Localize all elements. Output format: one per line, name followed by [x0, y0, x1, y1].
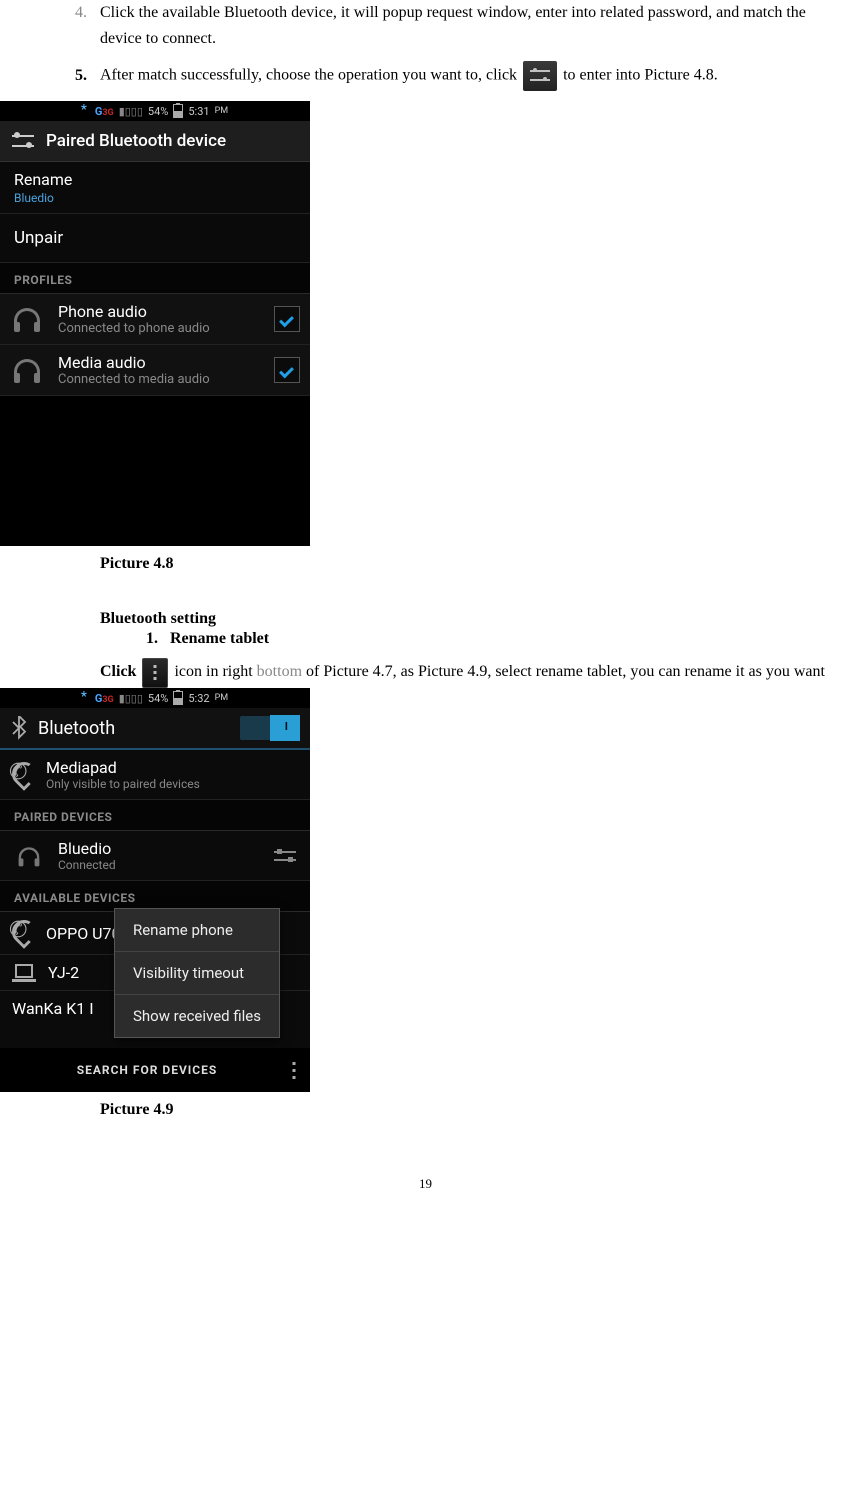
footer-bar: SEARCH FOR DEVICES	[0, 1048, 310, 1092]
headphones-icon	[10, 304, 44, 334]
screen-title-bar: Paired Bluetooth device	[0, 121, 310, 162]
bluetooth-header: Bluetooth I	[0, 708, 310, 750]
battery-icon	[173, 691, 183, 705]
headphones-icon	[10, 355, 44, 385]
settings-sliders-icon	[523, 61, 557, 91]
checkbox-checked[interactable]	[274, 306, 300, 332]
profiles-header: PROFILES	[0, 263, 310, 294]
bluetooth-toggle-on[interactable]: I	[240, 716, 300, 740]
device-settings-icon[interactable]	[272, 845, 298, 867]
phone-icon	[12, 920, 34, 946]
screenshot-picture-4-9: G3G ▮▯▯▯ 54% 5:32 PM Bluetooth I Mediapa…	[0, 688, 310, 1092]
mediapad-row[interactable]: Mediapad Only visible to paired devices	[0, 750, 310, 800]
bluetooth-status-icon	[82, 692, 90, 704]
step-4-text: Click the available Bluetooth device, it…	[95, 0, 841, 51]
paired-devices-header: PAIRED DEVICES	[0, 800, 310, 831]
status-bar: G3G ▮▯▯▯ 54% 5:32 PM	[0, 688, 310, 708]
media-audio-row[interactable]: Media audio Connected to media audio	[0, 345, 310, 396]
laptop-icon	[12, 964, 36, 982]
popup-show-received-files[interactable]: Show received files	[115, 995, 279, 1037]
search-for-devices-button[interactable]: SEARCH FOR DEVICES	[8, 1063, 286, 1077]
headphones-icon	[15, 844, 42, 868]
unpair-row[interactable]: Unpair	[0, 214, 310, 263]
caption-4-9: Picture 4.9	[100, 1094, 851, 1126]
bluetooth-status-icon	[82, 105, 90, 117]
phone-icon	[12, 762, 34, 788]
rename-row[interactable]: Rename Bluedio	[0, 162, 310, 214]
bluetooth-icon	[10, 716, 28, 740]
popup-visibility-timeout[interactable]: Visibility timeout	[115, 952, 279, 995]
battery-icon	[173, 104, 183, 118]
step-5-text: After match successfully, choose the ope…	[95, 61, 841, 91]
bluedio-row[interactable]: Bluedio Connected	[0, 831, 310, 881]
page-number: 19	[0, 1176, 851, 1192]
overflow-menu-icon[interactable]	[286, 1060, 302, 1080]
status-bar: G3G ▮▯▯▯ 54% 5:31 PM	[0, 101, 310, 121]
settings-sliders-icon	[12, 131, 34, 151]
checkbox-checked[interactable]	[274, 357, 300, 383]
overflow-popup-menu: Rename phone Visibility timeout Show rec…	[114, 908, 280, 1038]
click-instruction-text: Click icon in right bottom of Picture 4.…	[100, 656, 841, 688]
overflow-menu-icon	[142, 658, 168, 688]
rename-tablet-item: Rename tablet	[170, 630, 851, 648]
caption-4-8: Picture 4.8	[100, 548, 851, 580]
phone-audio-row[interactable]: Phone audio Connected to phone audio	[0, 294, 310, 345]
bluetooth-setting-heading: Bluetooth setting	[100, 610, 851, 628]
screenshot-picture-4-8: G3G ▮▯▯▯ 54% 5:31 PM Paired Bluetooth de…	[0, 101, 310, 546]
popup-rename-phone[interactable]: Rename phone	[115, 909, 279, 952]
screen-title: Paired Bluetooth device	[46, 131, 226, 151]
